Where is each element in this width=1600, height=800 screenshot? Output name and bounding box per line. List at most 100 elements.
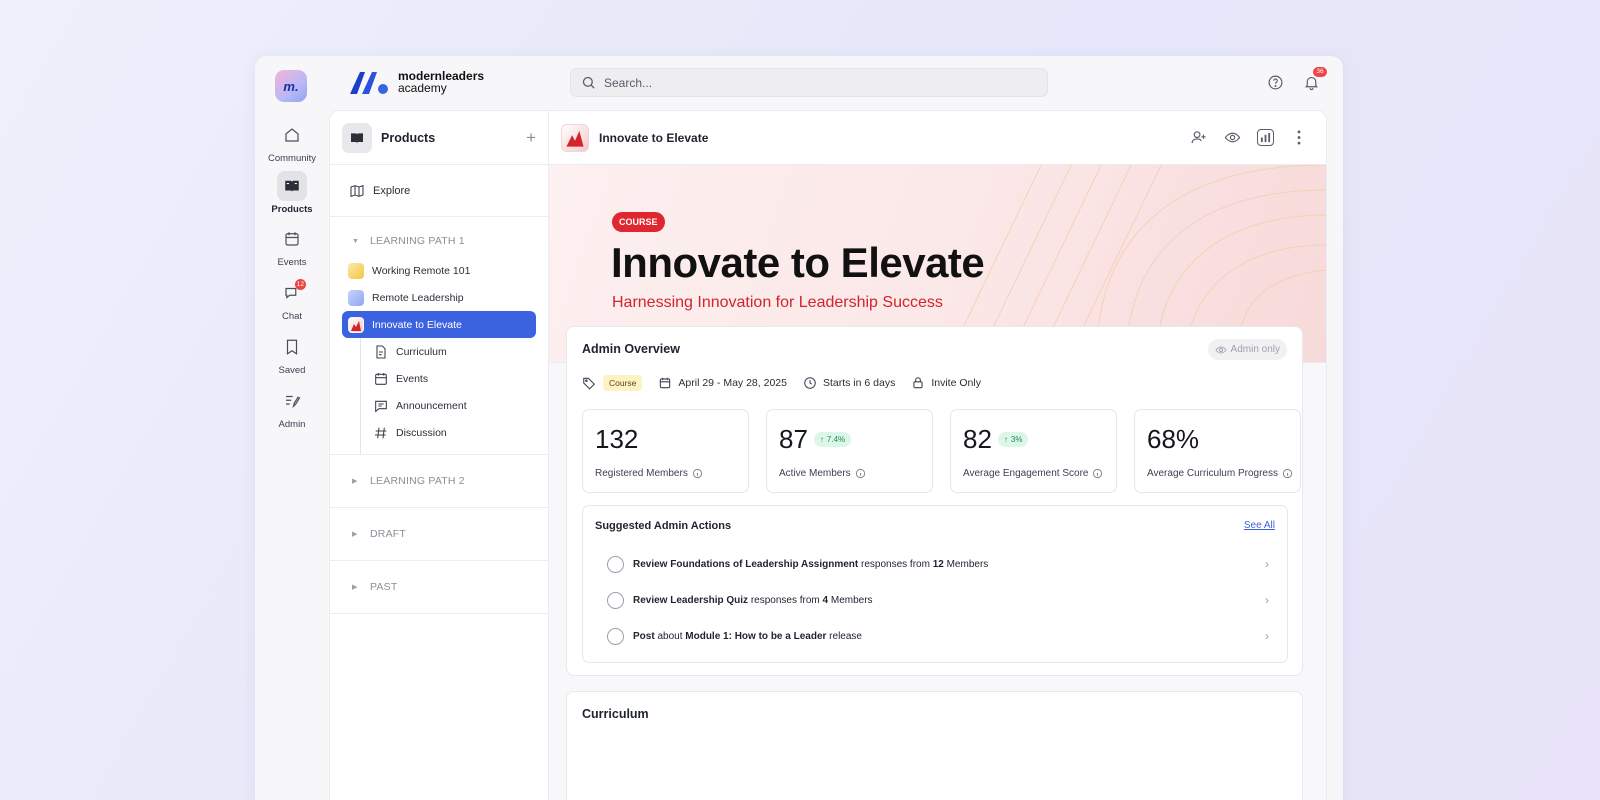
book-icon (342, 122, 372, 153)
panel-title: Products (381, 130, 436, 145)
admin-only-badge: Admin only (1207, 339, 1287, 360)
rail-item-community[interactable]: Community (255, 120, 329, 164)
app-window: m. Community Products Events 12 Chat Sav… (255, 56, 1343, 800)
brand-mark-icon (350, 72, 388, 94)
see-all-link[interactable]: See All (1244, 520, 1275, 531)
stat-value: 87 (779, 424, 808, 454)
stat-value: 82 (963, 424, 992, 454)
suggested-actions-title: Suggested Admin Actions (595, 520, 732, 532)
product-thumbnail (348, 289, 364, 306)
action-row[interactable]: Review Leadership Quiz responses from 4 … (607, 586, 1269, 614)
page-title: Innovate to Elevate (599, 130, 709, 145)
action-checkbox[interactable] (607, 591, 624, 609)
bell-icon[interactable]: 36 (1301, 67, 1327, 92)
course-start: Starts in 6 days (822, 377, 896, 389)
rail-item-events[interactable]: Events (255, 224, 329, 268)
stat-card-active: 87 ↑ 7.4% Active Members (766, 409, 933, 493)
left-rail: m. Community Products Events 12 Chat Sav… (255, 56, 329, 800)
clock-icon (804, 377, 816, 389)
past-section: ▶ PAST (330, 561, 548, 614)
stat-value: 132 (595, 424, 639, 454)
sub-item-curriculum[interactable]: Curriculum (361, 338, 548, 365)
brand-logo[interactable]: modernleaders academy (348, 68, 484, 96)
product-item-working-remote[interactable]: Working Remote 101 (342, 257, 536, 284)
draft-toggle[interactable]: ▶ DRAFT (330, 508, 548, 560)
sub-item-discussion[interactable]: Discussion (361, 419, 548, 446)
caret-right-icon: ▶ (352, 478, 358, 485)
learning-path-1-toggle[interactable]: ▼ LEARNING PATH 1 (330, 217, 548, 257)
search-bar[interactable] (570, 68, 1048, 97)
product-thumbnail (348, 262, 364, 279)
caret-right-icon: ▶ (352, 584, 358, 591)
sub-item-announcement[interactable]: Announcement (361, 392, 548, 419)
bookmark-icon (277, 332, 307, 362)
action-row[interactable]: Post about Module 1: How to be a Leader … (607, 622, 1269, 650)
rail-item-products[interactable]: Products (255, 171, 329, 215)
past-toggle[interactable]: ▶ PAST (330, 561, 548, 613)
admin-overview-title: Admin Overview (582, 342, 680, 356)
stat-value: 68% (1147, 424, 1200, 454)
explore-link[interactable]: Explore (330, 165, 548, 217)
action-row[interactable]: Review Foundations of Leadership Assignm… (607, 550, 1269, 578)
stat-label: Registered Members (595, 468, 688, 479)
info-icon[interactable] (1092, 468, 1103, 479)
arrow-up-icon: ↑ (1003, 435, 1008, 444)
stat-delta-badge: ↑ 7.4% (813, 432, 852, 447)
analytics-icon[interactable] (1257, 128, 1274, 146)
curriculum-title: Curriculum (582, 707, 649, 721)
brand-subname: academy (398, 81, 447, 95)
calendar-icon (660, 377, 671, 389)
sub-item-events[interactable]: Events (361, 365, 548, 392)
add-product-button[interactable]: + (526, 128, 536, 148)
chat-badge: 12 (294, 279, 306, 290)
rail-label: Admin (278, 419, 306, 430)
rail-item-admin[interactable]: Admin (255, 386, 329, 430)
course-type-pill: Course (603, 375, 643, 391)
workspace-logo[interactable]: m. (275, 70, 307, 102)
stat-delta-badge: ↑ 3% (997, 432, 1029, 447)
info-icon[interactable] (855, 468, 866, 479)
rail-label: Community (267, 153, 317, 164)
explore-label: Explore (373, 184, 411, 197)
book-icon (277, 171, 307, 201)
more-options-icon[interactable] (1290, 129, 1308, 147)
calendar-icon (375, 372, 387, 385)
notification-badge: 36 (1313, 67, 1327, 77)
info-icon[interactable] (692, 468, 703, 479)
eye-icon[interactable] (1223, 129, 1241, 147)
action-checkbox[interactable] (607, 627, 624, 645)
stat-label: Active Members (779, 468, 851, 479)
course-dates: April 29 - May 28, 2025 (678, 377, 787, 389)
chevron-right-icon: › (1265, 629, 1269, 643)
map-icon (350, 184, 364, 197)
learning-path-1-section: ▼ LEARNING PATH 1 Working Remote 101 Rem… (330, 217, 548, 455)
hero-subtitle: Harnessing Innovation for Leadership Suc… (612, 294, 943, 311)
admin-overview-card: Admin Overview Admin only Course April 2… (566, 326, 1303, 676)
suggested-actions-card: Suggested Admin Actions See All Review F… (582, 505, 1288, 663)
products-panel: Products + Explore ▼ LEARNING PATH 1 Wor… (329, 110, 549, 800)
chevron-right-icon: › (1265, 593, 1269, 607)
caret-right-icon: ▶ (352, 531, 358, 538)
chevron-right-icon: › (1265, 557, 1269, 571)
course-access: Invite Only (931, 377, 981, 389)
course-meta: Course April 29 - May 28, 2025 Starts in… (582, 375, 997, 391)
rail-item-chat[interactable]: 12 Chat (255, 278, 329, 322)
lock-icon (913, 377, 923, 389)
search-input[interactable] (604, 75, 1024, 90)
admin-icon (277, 386, 307, 416)
help-icon[interactable] (1265, 72, 1285, 92)
learning-path-2-section: ▶ LEARNING PATH 2 (330, 455, 548, 508)
add-member-icon[interactable] (1189, 129, 1207, 147)
product-item-remote-leadership[interactable]: Remote Leadership (342, 284, 536, 311)
hash-icon (375, 427, 387, 438)
product-item-innovate-to-elevate[interactable]: Innovate to Elevate (342, 311, 536, 338)
info-icon[interactable] (1282, 468, 1293, 479)
learning-path-2-toggle[interactable]: ▶ LEARNING PATH 2 (330, 455, 548, 507)
stat-label: Average Curriculum Progress (1147, 468, 1278, 479)
draft-section: ▶ DRAFT (330, 508, 548, 561)
product-thumbnail (348, 316, 364, 333)
chat-icon: 12 (277, 278, 307, 308)
rail-item-saved[interactable]: Saved (255, 332, 329, 376)
action-checkbox[interactable] (607, 555, 624, 573)
tag-icon (583, 377, 595, 390)
